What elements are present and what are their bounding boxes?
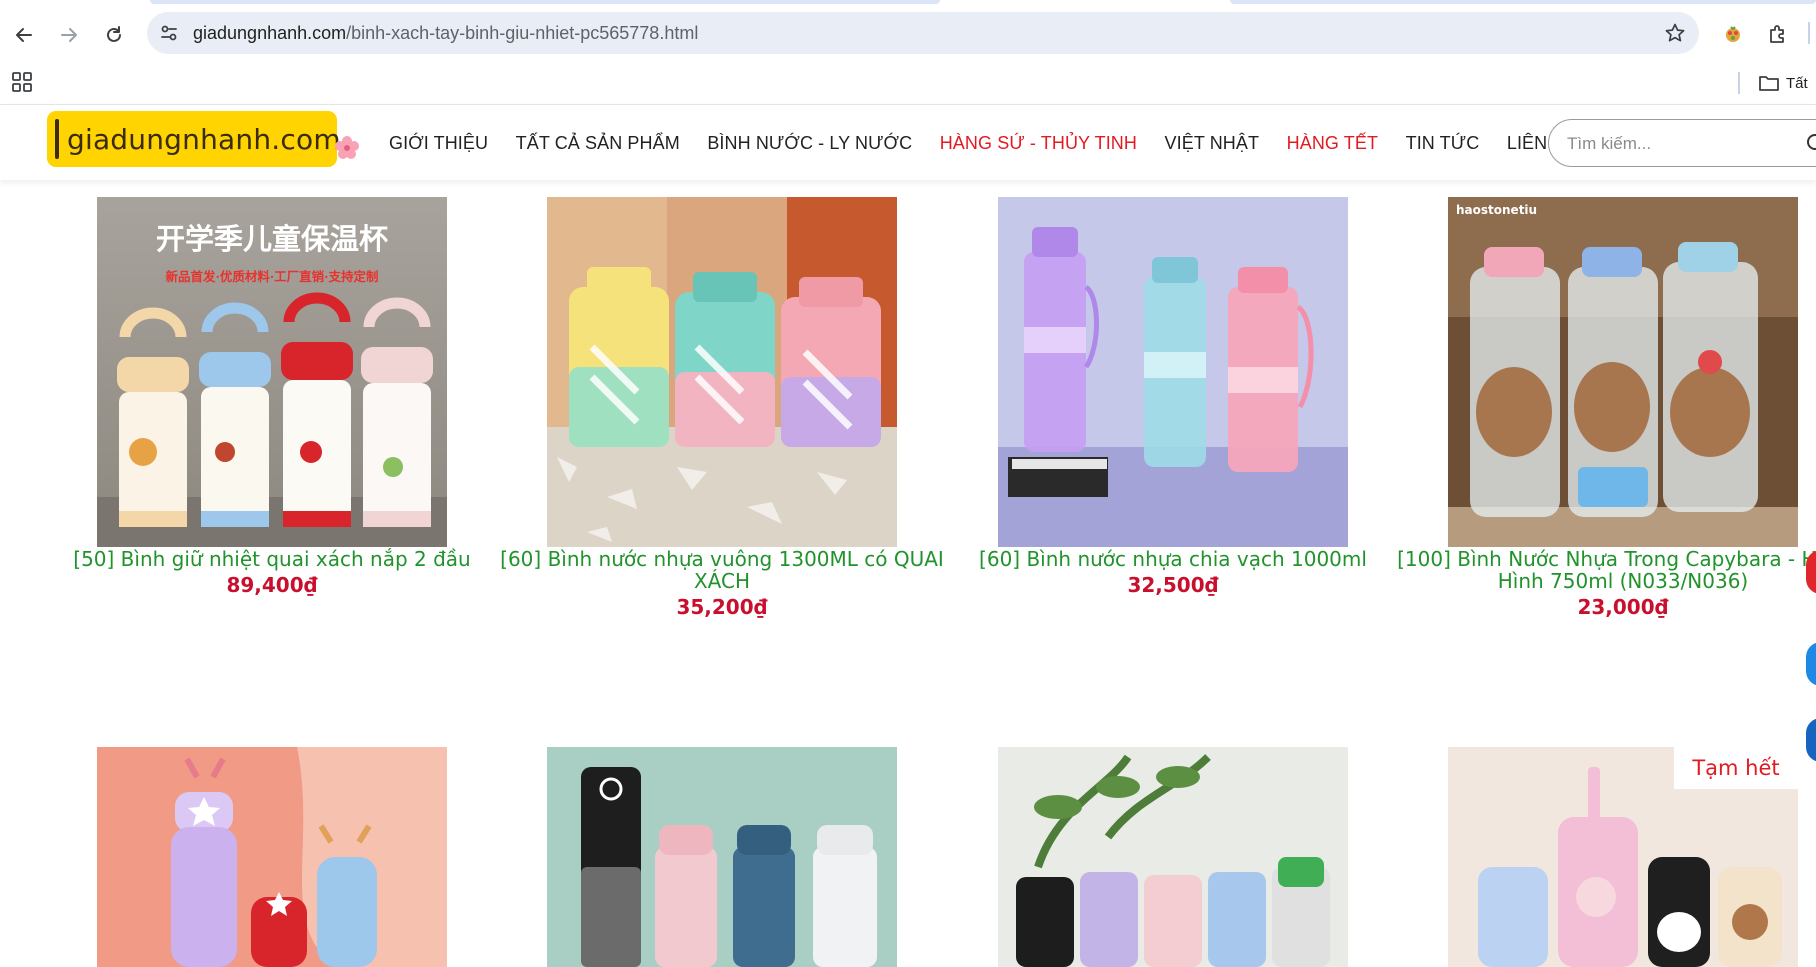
bookmarks-divider [1738,72,1740,94]
image-title-text: 开学季儿童保温杯 [156,222,388,256]
reload-button[interactable] [96,17,132,53]
product-card[interactable]: Tạm hết [1388,747,1816,967]
toolbar-divider [1808,22,1810,44]
url-domain: giadungnhanh.com [193,23,347,43]
search-box [1548,119,1816,167]
product-image[interactable] [998,197,1348,547]
nav-gioi-thieu[interactable]: GIỚI THIỆU [389,133,488,154]
product-name[interactable]: [60] Bình nước nhựa chia vạch 1000ml [938,548,1408,570]
product-price: 89,400₫ [226,573,318,597]
search-icon[interactable] [1801,132,1816,156]
product-card[interactable]: [60] Bình nước nhựa chia vạch 1000ml 32,… [938,197,1408,596]
image-subtitle-text: 新品首发·优质材料·工厂直销·支持定制 [165,269,378,284]
forward-arrow-icon [61,28,77,42]
product-image[interactable] [547,747,897,967]
extensions-puzzle-icon[interactable] [1765,21,1791,47]
product-price: 32,500₫ [1127,573,1219,597]
nav-binh-nuoc-ly-nuoc[interactable]: BÌNH NƯỚC - LY NƯỚC [707,133,912,154]
forward-button[interactable] [51,17,87,53]
extension-icon[interactable] [1720,21,1746,47]
reload-icon [107,26,121,42]
product-card[interactable]: 开学季儿童保温杯 新品首发·优质材料·工厂直销·支持定制 [50] Bình g… [37,197,507,596]
url-path: /binh-xach-tay-binh-giu-nhiet-pc565778.h… [346,23,699,43]
main-nav: GIỚI THIỆU TẤT CẢ SẢN PHẨM BÌNH NƯỚC - L… [389,105,1605,181]
search-input[interactable] [1567,130,1797,158]
nav-viet-nhat[interactable]: VIỆT NHẬT [1165,133,1260,154]
all-bookmarks-folder[interactable]: Tất [1758,70,1808,96]
product-card[interactable]: [60] Bình nước nhựa vuông 1300ML có QUAI… [487,197,957,618]
folder-icon [1759,76,1779,91]
product-name[interactable]: [60] Bình nước nhựa vuông 1300ML có QUAI… [487,548,957,592]
bookmark-folder-label: Tất [1786,74,1808,92]
apps-grid-icon[interactable] [10,70,34,94]
back-button[interactable] [6,17,42,53]
site-info-icon[interactable] [157,21,181,45]
product-image[interactable] [547,197,897,547]
logo-mark-icon [55,119,59,159]
product-name[interactable]: [100] Bình Nước Nhựa Trong Capybara - Ho… [1388,548,1816,592]
bookmarks-bar: Tất [0,62,1816,104]
site-header: giadungnhanh.com GIỚI THIỆU TẤT CẢ SẢN P… [0,104,1816,180]
back-arrow-icon [16,28,32,42]
product-image[interactable]: haostonetiu [1448,197,1798,547]
product-price: 35,200₫ [676,595,768,619]
sold-out-badge: Tạm hết [1674,747,1798,789]
url-text[interactable]: giadungnhanh.com/binh-xach-tay-binh-giu-… [193,23,698,44]
nav-hang-su-thuy-tinh[interactable]: HÀNG SỨ - THỦY TINH [940,133,1137,154]
product-image[interactable]: Tạm hết [1448,747,1798,967]
product-card[interactable]: haostonetiu [100] Bình Nước Nhựa Trong C… [1388,197,1816,618]
product-price: 23,000₫ [1577,595,1669,619]
product-card[interactable] [487,747,957,967]
blossom-decoration-icon [335,136,359,159]
product-image[interactable] [998,747,1348,967]
image-watermark-text: haostonetiu [1456,203,1537,217]
nav-tin-tuc[interactable]: TIN TỨC [1406,133,1480,154]
product-card[interactable] [37,747,507,967]
product-card[interactable] [938,747,1408,967]
browser-toolbar: giadungnhanh.com/binh-xach-tay-binh-giu-… [0,4,1816,62]
site-logo[interactable]: giadungnhanh.com [47,111,341,167]
logo-text: giadungnhanh.com [67,122,341,156]
address-bar[interactable]: giadungnhanh.com/binh-xach-tay-binh-giu-… [147,12,1699,54]
nav-tat-ca-san-pham[interactable]: TẤT CẢ SẢN PHẨM [516,133,680,154]
product-image[interactable]: 开学季儿童保温杯 新品首发·优质材料·工厂直销·支持定制 [97,197,447,547]
product-image[interactable] [97,747,447,967]
nav-hang-tet[interactable]: HÀNG TẾT [1287,133,1378,154]
floating-messenger-button[interactable] [1806,642,1816,686]
product-name[interactable]: [50] Bình giữ nhiệt quai xách nắp 2 đầu [37,548,507,570]
bookmark-star-icon[interactable] [1663,21,1687,45]
